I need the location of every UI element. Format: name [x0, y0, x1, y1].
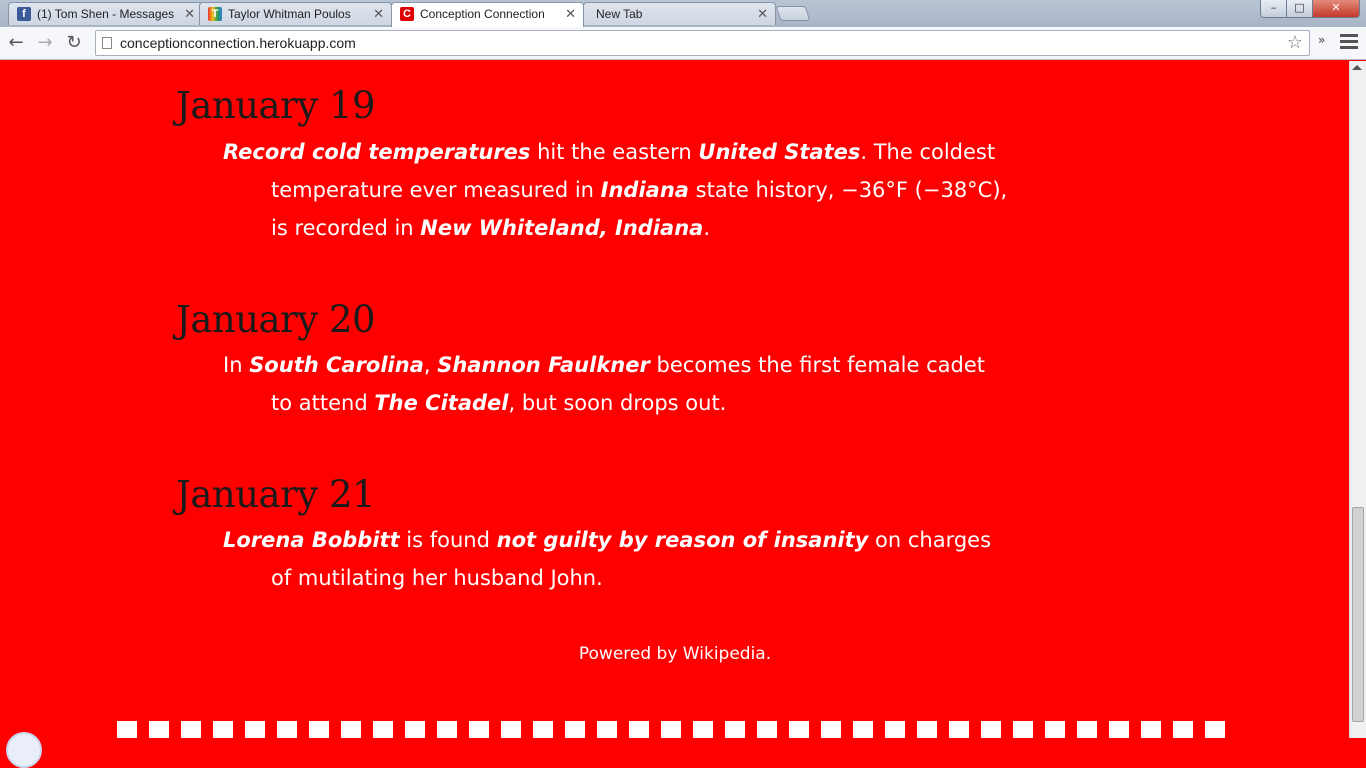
browser-toolbar: ← → ↻ conceptionconnection.herokuapp.com…: [0, 27, 1366, 60]
new-tab-button[interactable]: [775, 6, 811, 21]
powered-by-footer: Powered by Wikipedia.: [578, 644, 772, 664]
event-date: January 20: [176, 298, 376, 341]
back-arrow-icon[interactable]: ←: [5, 32, 27, 54]
chat-bubble-icon[interactable]: [6, 732, 42, 768]
extensions-chevron-icon[interactable]: »: [1318, 33, 1325, 47]
event-text-fragment: .: [703, 216, 711, 240]
wiki-link[interactable]: Shannon Faulkner: [437, 353, 650, 377]
tab-taylor[interactable]: T Taylor Whitman Poulos ✕: [199, 2, 392, 25]
maximize-button[interactable]: □: [1286, 0, 1313, 18]
scroll-up-arrow-icon[interactable]: [1352, 65, 1362, 70]
tab-title: New Tab: [596, 7, 643, 21]
wiki-link[interactable]: South Carolina: [249, 353, 424, 377]
wiki-link[interactable]: Lorena Bobbitt: [223, 528, 400, 552]
tab-messages[interactable]: f (1) Tom Shen - Messages ✕: [8, 2, 203, 25]
wiki-link[interactable]: Record cold temperatures: [223, 140, 530, 164]
event-date: January 19: [176, 84, 376, 127]
address-bar[interactable]: conceptionconnection.herokuapp.com ☆: [95, 30, 1310, 56]
checkered-border-decoration: [117, 721, 1233, 738]
event-text-fragment: ,: [423, 353, 438, 377]
event-description: Lorena Bobbitt is found not guilty by re…: [223, 521, 1011, 597]
close-window-button[interactable]: ✕: [1312, 0, 1360, 18]
tab-title: (1) Tom Shen - Messages: [37, 7, 175, 21]
c-logo-icon: C: [400, 7, 414, 21]
tab-new-tab[interactable]: New Tab ✕: [583, 2, 776, 25]
event-text-fragment: is found: [399, 528, 497, 552]
close-tab-icon[interactable]: ✕: [373, 6, 384, 22]
wiki-link[interactable]: not guilty by reason of insanity: [497, 528, 869, 552]
event-description: Record cold temperatures hit the eastern…: [223, 133, 1011, 247]
facebook-icon: f: [17, 7, 31, 21]
wiki-link[interactable]: Indiana: [601, 178, 689, 202]
url-text[interactable]: conceptionconnection.herokuapp.com: [120, 35, 356, 51]
bookmark-star-icon[interactable]: ☆: [1287, 32, 1303, 53]
close-tab-icon[interactable]: ✕: [184, 6, 195, 22]
menu-icon[interactable]: [1340, 31, 1358, 51]
tab-title: Conception Connection: [420, 7, 545, 21]
wiki-link[interactable]: New Whiteland, Indiana: [420, 216, 703, 240]
minimize-button[interactable]: –: [1260, 0, 1287, 18]
event-date: January 21: [176, 473, 376, 516]
vertical-scrollbar[interactable]: [1349, 61, 1366, 738]
page-icon: [102, 37, 112, 49]
close-tab-icon[interactable]: ✕: [757, 6, 768, 22]
wiki-link[interactable]: United States: [698, 140, 860, 164]
event-text-fragment: hit the eastern: [530, 140, 699, 164]
event-text-fragment: In: [223, 353, 250, 377]
t-colorful-icon: T: [208, 7, 222, 21]
tab-strip: f (1) Tom Shen - Messages ✕ T Taylor Whi…: [0, 0, 1366, 27]
tab-title: Taylor Whitman Poulos: [228, 7, 351, 21]
event-description: In South Carolina, Shannon Faulkner beco…: [223, 346, 1011, 422]
wiki-link[interactable]: The Citadel: [374, 391, 508, 415]
reload-icon[interactable]: ↻: [63, 32, 85, 54]
event-text-fragment: , but soon drops out.: [508, 391, 727, 415]
tab-conception-connection[interactable]: C Conception Connection ✕: [391, 2, 584, 27]
close-tab-icon[interactable]: ✕: [565, 6, 576, 22]
scrollbar-thumb[interactable]: [1352, 507, 1364, 722]
forward-arrow-icon[interactable]: →: [34, 32, 56, 54]
